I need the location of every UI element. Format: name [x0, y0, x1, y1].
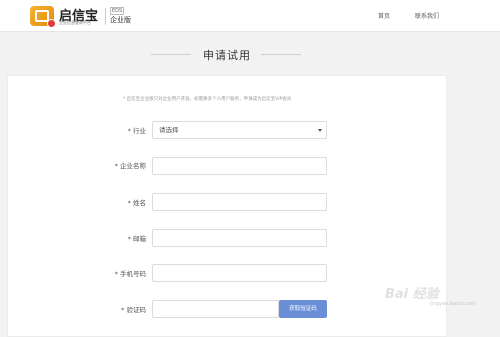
edition-tag: EDS [110, 7, 125, 15]
nav-home-link[interactable]: 首页 [378, 11, 390, 20]
industry-label: * 行业 [127, 127, 146, 135]
chevron-down-icon [318, 129, 322, 132]
edition-label: 企业版 [110, 16, 131, 24]
company-name-label: * 企业名称 [114, 162, 146, 170]
title-divider-left [151, 54, 191, 55]
company-name-input[interactable] [152, 157, 327, 175]
top-header: 启信宝 企业信息查询平台 EDS 企业版 首页 联系我们 [0, 0, 500, 32]
email-label: * 邮箱 [127, 235, 146, 243]
get-captcha-button[interactable]: 获取验证码 [279, 300, 327, 318]
captcha-label: * 验证码 [121, 306, 146, 314]
email-input[interactable] [152, 229, 327, 247]
baidu-watermark-url: jingyan.baidu.com [430, 301, 477, 307]
industry-select-value: 请选择 [159, 126, 179, 134]
phone-input[interactable] [152, 264, 327, 282]
title-divider-right [261, 54, 301, 55]
qixinbao-logo-icon[interactable] [30, 6, 56, 28]
captcha-input[interactable] [152, 300, 279, 318]
form-notice: * 启信宝企业版只对企业用户开放，如需要多个人用户服务，申请成为启信宝VIP会员 [123, 97, 292, 102]
header-divider [105, 8, 106, 25]
name-label: * 姓名 [127, 199, 146, 207]
name-input[interactable] [152, 193, 327, 211]
baidu-watermark: Bai 经验 [385, 287, 439, 302]
nav-contact-link[interactable]: 联系我们 [415, 11, 439, 20]
logo-badge-icon [47, 19, 56, 28]
industry-select[interactable]: 请选择 [152, 121, 327, 139]
brand-tagline: 企业信息查询平台 [59, 20, 91, 25]
page-title: 申请试用 [203, 49, 251, 62]
phone-label: * 手机号码 [114, 270, 146, 278]
